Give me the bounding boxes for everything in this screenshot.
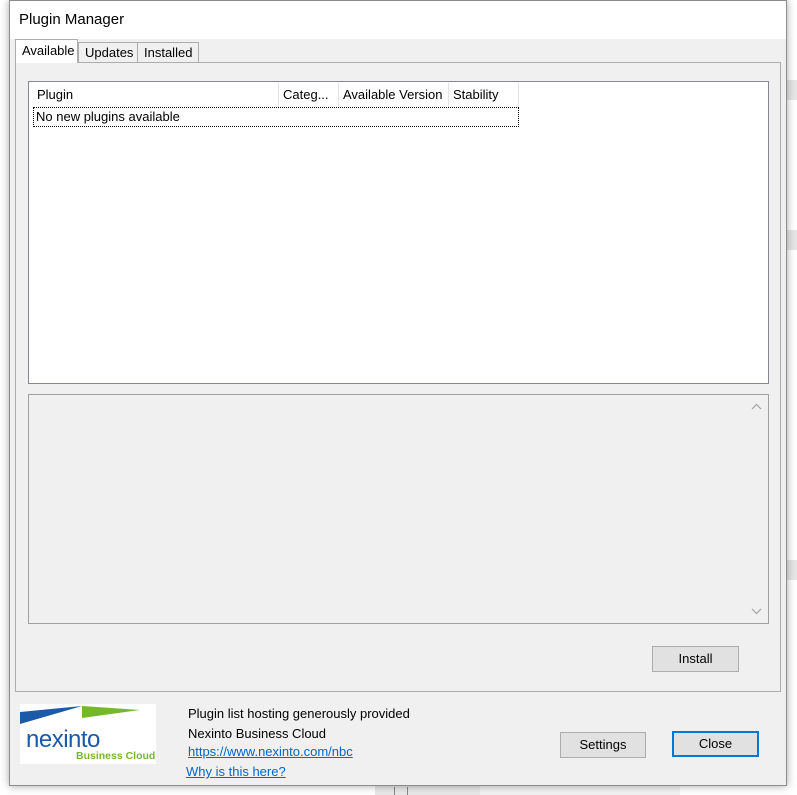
column-header-plugin[interactable]: Plugin [33, 83, 279, 107]
title-bar: Plugin Manager [10, 1, 786, 39]
available-tab-panel: Plugin Categ... Available Version Stabil… [15, 62, 781, 692]
nexinto-logo[interactable]: nexinto Business Cloud [20, 704, 156, 764]
scroll-down-icon[interactable] [748, 603, 765, 620]
list-item[interactable]: No new plugins available [33, 107, 519, 127]
vertical-scrollbar[interactable] [748, 398, 765, 620]
plugin-manager-dialog: Plugin Manager Available Updates Install… [9, 0, 787, 786]
credit-line-2: Nexinto Business Cloud [188, 726, 327, 741]
background-status-strip [0, 785, 797, 795]
logo-subtext: Business Cloud [76, 750, 156, 762]
settings-button[interactable]: Settings [560, 732, 646, 758]
window-title: Plugin Manager [19, 11, 125, 28]
plugin-description-box[interactable] [28, 394, 769, 624]
credit-line-1: Plugin list hosting generously provided [188, 706, 410, 721]
install-button[interactable]: Install [652, 646, 739, 672]
background-editor-right [787, 0, 797, 795]
tab-installed[interactable]: Installed [137, 42, 199, 62]
scroll-up-icon[interactable] [748, 398, 765, 415]
background-editor-left [0, 10, 9, 795]
plugin-list[interactable]: Plugin Categ... Available Version Stabil… [28, 81, 769, 384]
tab-available[interactable]: Available [15, 39, 78, 63]
column-header-category[interactable]: Categ... [279, 83, 339, 107]
footer: nexinto Business Cloud Plugin list hosti… [10, 693, 786, 785]
close-button[interactable]: Close [672, 731, 759, 757]
why-is-this-here-link[interactable]: Why is this here? [186, 764, 286, 779]
nexinto-url-link[interactable]: https://www.nexinto.com/nbc [188, 744, 353, 759]
column-header-stability[interactable]: Stability [449, 83, 519, 107]
column-header-available-version[interactable]: Available Version [339, 83, 449, 107]
tab-updates[interactable]: Updates [78, 42, 138, 62]
